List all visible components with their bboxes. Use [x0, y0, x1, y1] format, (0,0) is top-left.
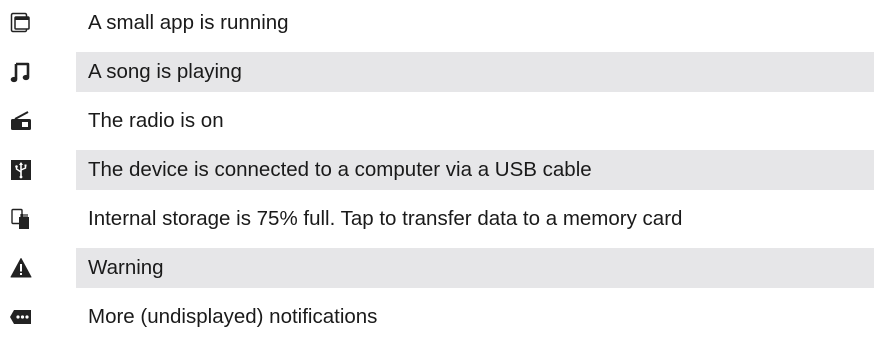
row-text: Warning — [76, 248, 874, 288]
table-row: A song is playing — [0, 52, 874, 92]
small-app-icon — [0, 3, 42, 43]
row-text: The radio is on — [88, 109, 224, 132]
warning-icon — [0, 248, 42, 288]
table-row: A small app is running — [0, 3, 874, 43]
more-notifications-icon — [0, 297, 42, 337]
usb-icon — [0, 150, 42, 190]
table-row: The device is connected to a computer vi… — [0, 150, 874, 190]
table-row: Warning — [0, 248, 874, 288]
row-text: A small app is running — [88, 11, 289, 34]
table-row: Internal storage is 75% full. Tap to tra… — [0, 199, 874, 239]
row-text: More (undisplayed) notifications — [88, 305, 378, 328]
row-text: A song is playing — [76, 52, 874, 92]
music-note-icon — [0, 52, 42, 92]
radio-icon — [0, 101, 42, 141]
table-row: The radio is on — [0, 101, 874, 141]
storage-transfer-icon — [0, 199, 42, 239]
row-text: Internal storage is 75% full. Tap to tra… — [88, 207, 683, 230]
table-row: More (undisplayed) notifications — [0, 297, 874, 337]
row-text: The device is connected to a computer vi… — [76, 150, 874, 190]
